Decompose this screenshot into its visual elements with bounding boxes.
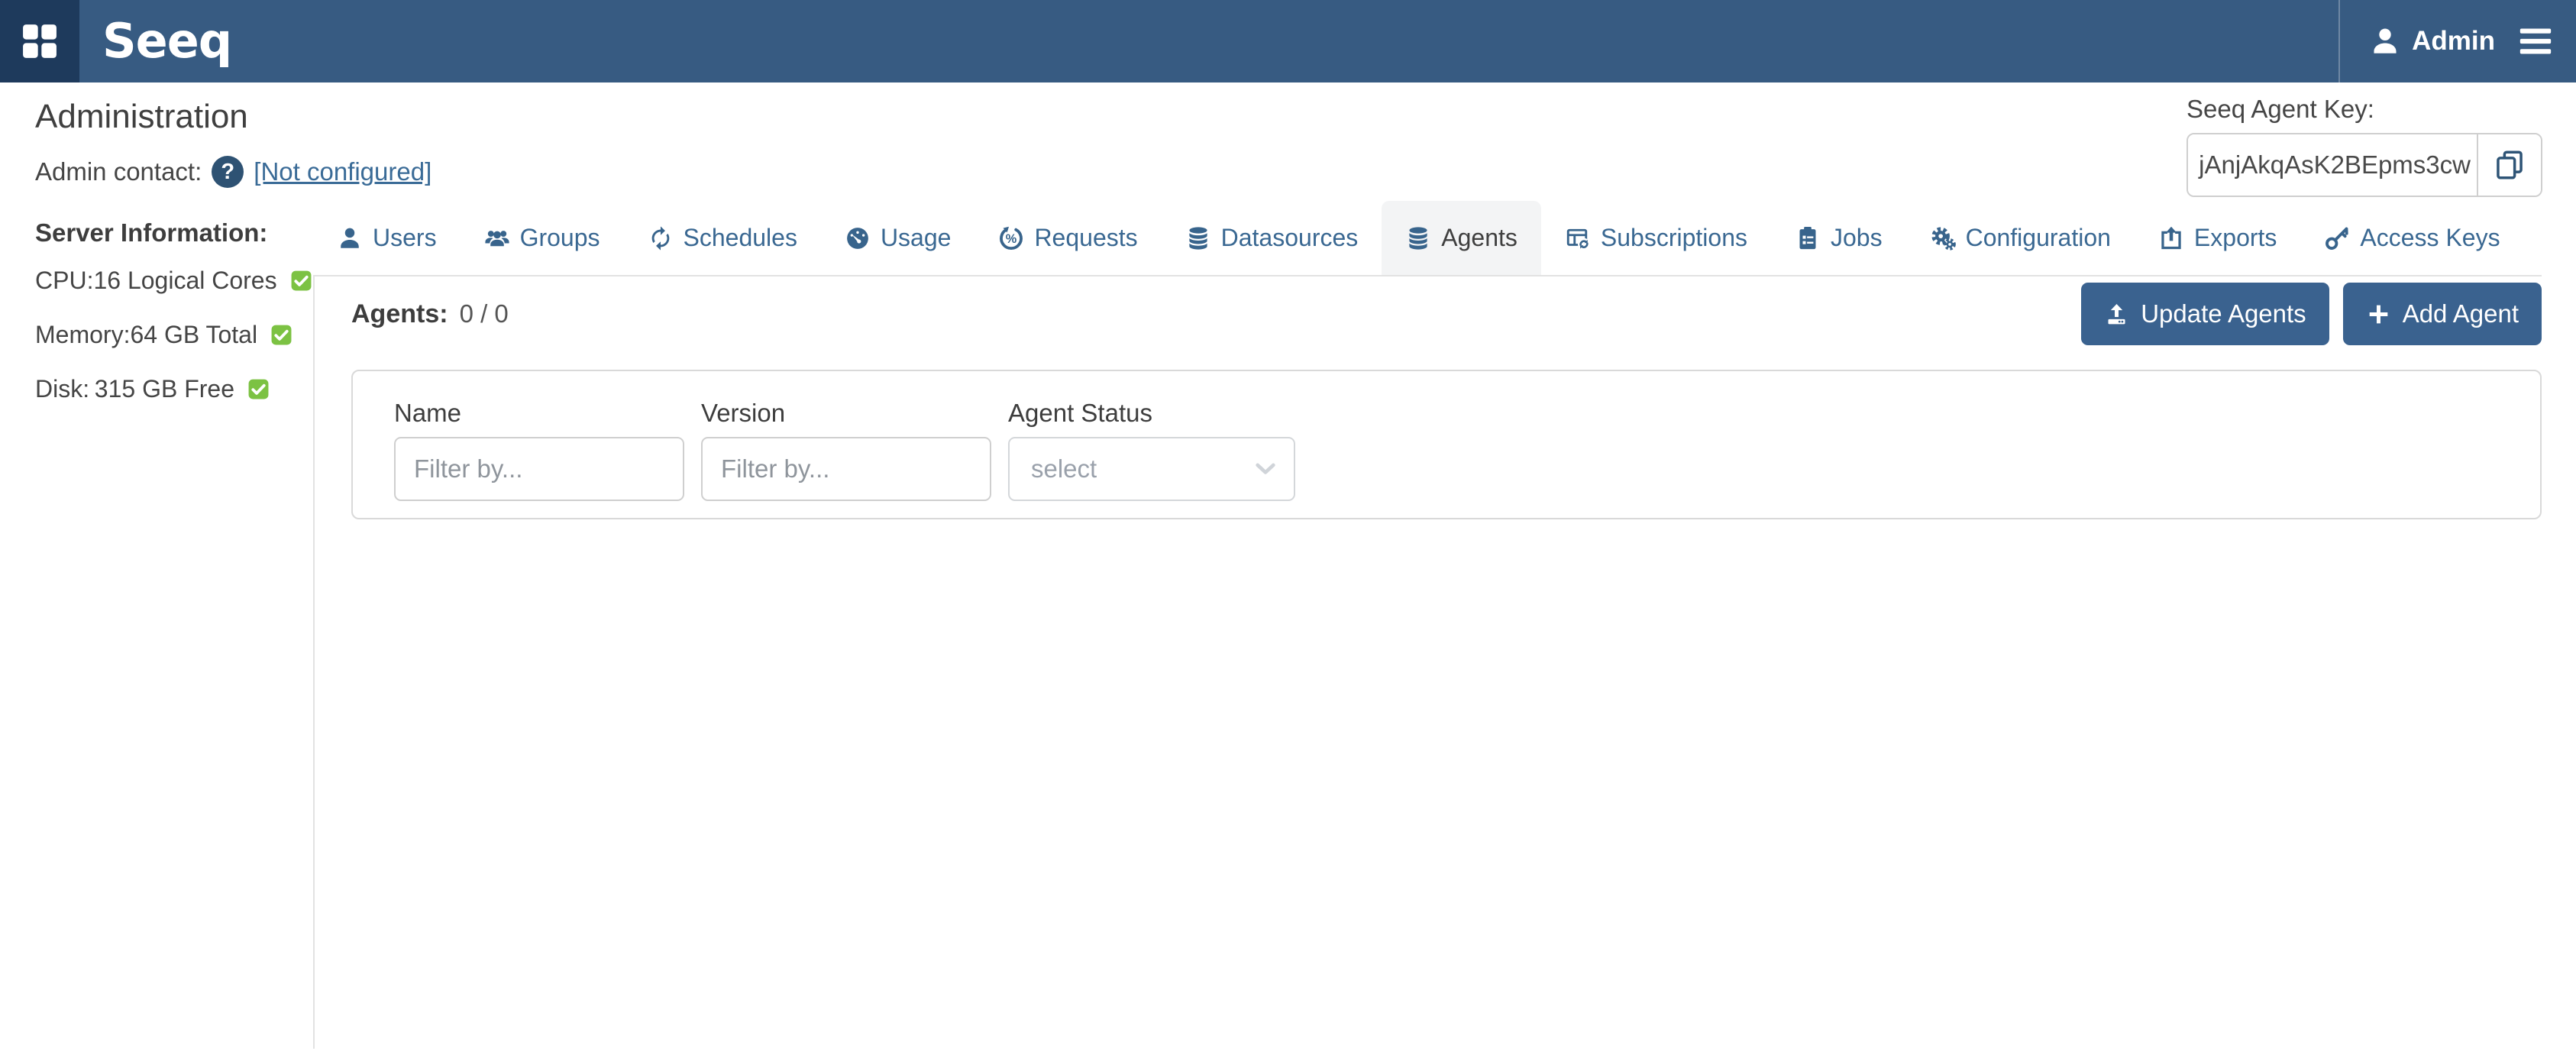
- agents-toolbar: Agents: 0 / 0 Update Agents Add Agent: [351, 276, 2542, 351]
- tachometer-icon: [845, 225, 871, 251]
- tab-groups[interactable]: Groups: [461, 201, 624, 275]
- version-filter-label: Version: [701, 399, 991, 428]
- sidebar: Administration Admin contact: ? [Not con…: [0, 82, 313, 1049]
- tab-label: Jobs: [1831, 224, 1883, 252]
- agent-key-label: Seeq Agent Key:: [2187, 95, 2542, 124]
- help-icon[interactable]: ?: [212, 156, 244, 188]
- page-title: Administration: [35, 96, 313, 137]
- tab-label: Access Keys: [2360, 224, 2500, 252]
- tab-requests[interactable]: % Requests: [974, 201, 1161, 275]
- tab-schedules[interactable]: Schedules: [624, 201, 821, 275]
- grid-icon: [18, 20, 61, 63]
- database-icon: [1185, 225, 1211, 251]
- name-filter-label: Name: [394, 399, 684, 428]
- disk-value: 315 GB Free: [95, 375, 234, 403]
- tab-label: Subscriptions: [1601, 224, 1747, 252]
- server-info-heading: Server Information:: [35, 218, 313, 247]
- tab-subscriptions[interactable]: Subscriptions: [1541, 201, 1771, 275]
- tab-exports[interactable]: Exports: [2135, 201, 2300, 275]
- user-label: Admin: [2412, 26, 2495, 57]
- version-filter-field: Version: [701, 399, 991, 518]
- toolbar-buttons: Update Agents Add Agent: [2081, 283, 2542, 345]
- tab-label: Groups: [520, 224, 600, 252]
- percent-gauge-icon: %: [998, 225, 1024, 251]
- tab-label: Users: [373, 224, 437, 252]
- tab-label: Requests: [1034, 224, 1137, 252]
- svg-text:%: %: [1006, 232, 1017, 246]
- tab-access-keys[interactable]: Access Keys: [2300, 201, 2523, 275]
- server-info-row-disk: Disk: 315 GB Free: [35, 362, 269, 416]
- copy-icon: [2494, 149, 2526, 181]
- admin-contact-label: Admin contact:: [35, 157, 202, 186]
- seeq-logo[interactable]: Seeq: [102, 18, 231, 65]
- server-info-list: CPU: 16 Logical Cores Memory: 64 GB Tota…: [35, 254, 313, 416]
- user-menu[interactable]: Admin: [2369, 25, 2495, 57]
- tab-label: Agents: [1441, 224, 1517, 252]
- agent-status-select-value: select: [1031, 454, 1097, 483]
- hamburger-icon: [2516, 24, 2555, 58]
- upload-icon: [2104, 302, 2129, 327]
- plus-icon: [2366, 302, 2391, 327]
- hamburger-menu-button[interactable]: [2516, 24, 2555, 58]
- agent-key-input[interactable]: [2188, 134, 2477, 196]
- user-icon: [337, 225, 363, 251]
- page-body: Administration Admin contact: ? [Not con…: [0, 82, 2576, 1049]
- tab-datasources[interactable]: Datasources: [1162, 201, 1382, 275]
- server-info-row-memory: Memory: 64 GB Total: [35, 308, 269, 362]
- clipboard-list-icon: [1795, 225, 1821, 251]
- agent-status-select[interactable]: select: [1008, 437, 1295, 501]
- top-navbar: Seeq Admin: [0, 0, 2576, 82]
- agent-key-section: Seeq Agent Key:: [2187, 95, 2542, 197]
- name-filter-input[interactable]: [394, 437, 684, 501]
- agent-status-field: Agent Status select: [1008, 399, 1295, 518]
- cpu-label: CPU:: [35, 267, 93, 295]
- app-grid-button[interactable]: [0, 0, 79, 82]
- agents-count-heading: Agents:: [351, 299, 448, 329]
- tab-label: Usage: [881, 224, 952, 252]
- tab-agents[interactable]: Agents: [1382, 201, 1541, 275]
- chevron-down-icon: [1251, 454, 1280, 483]
- memory-value: 64 GB Total: [130, 321, 257, 349]
- tab-label: Exports: [2194, 224, 2277, 252]
- copy-agent-key-button[interactable]: [2477, 134, 2541, 196]
- update-agents-button[interactable]: Update Agents: [2081, 283, 2329, 345]
- memory-label: Memory:: [35, 321, 130, 349]
- agent-key-input-group: [2187, 133, 2542, 197]
- tab-label: Configuration: [1966, 224, 2111, 252]
- disk-label: Disk:: [35, 375, 89, 403]
- cpu-value: 16 Logical Cores: [93, 267, 276, 295]
- export-icon: [2158, 225, 2184, 251]
- agent-status-label: Agent Status: [1008, 399, 1295, 428]
- check-icon: [248, 379, 269, 399]
- check-icon: [291, 270, 312, 291]
- tab-users[interactable]: Users: [313, 201, 461, 275]
- add-agent-label: Add Agent: [2403, 299, 2519, 328]
- tab-label: Schedules: [684, 224, 797, 252]
- tab-jobs[interactable]: Jobs: [1771, 201, 1906, 275]
- agents-count-value: 0 / 0: [460, 299, 509, 328]
- server-info-row-cpu: CPU: 16 Logical Cores: [35, 254, 269, 308]
- add-agent-button[interactable]: Add Agent: [2343, 283, 2542, 345]
- database-icon: [1405, 225, 1431, 251]
- table-sync-icon: [1565, 225, 1591, 251]
- tab-label: Datasources: [1221, 224, 1359, 252]
- update-agents-label: Update Agents: [2141, 299, 2306, 328]
- gears-icon: [1930, 225, 1956, 251]
- name-filter-field: Name: [394, 399, 684, 518]
- main-content: Users Groups Schedules Usage % Requests …: [313, 82, 2542, 1049]
- tab-usage[interactable]: Usage: [821, 201, 975, 275]
- key-icon: [2324, 225, 2350, 251]
- version-filter-input[interactable]: [701, 437, 991, 501]
- logo-text: Seeq: [102, 18, 231, 65]
- users-icon: [484, 225, 510, 251]
- tabs-bar: Users Groups Schedules Usage % Requests …: [313, 201, 2542, 276]
- tab-content: Agents: 0 / 0 Update Agents Add Agent Na…: [313, 276, 2542, 1049]
- tab-configuration[interactable]: Configuration: [1906, 201, 2135, 275]
- check-icon: [271, 325, 292, 345]
- navbar-right: Admin: [2338, 0, 2576, 82]
- filter-panel: Name Version Agent Status select: [351, 370, 2542, 519]
- sync-icon: [648, 225, 674, 251]
- user-icon: [2369, 25, 2401, 57]
- admin-contact-row: Admin contact: ? [Not configured]: [35, 156, 313, 188]
